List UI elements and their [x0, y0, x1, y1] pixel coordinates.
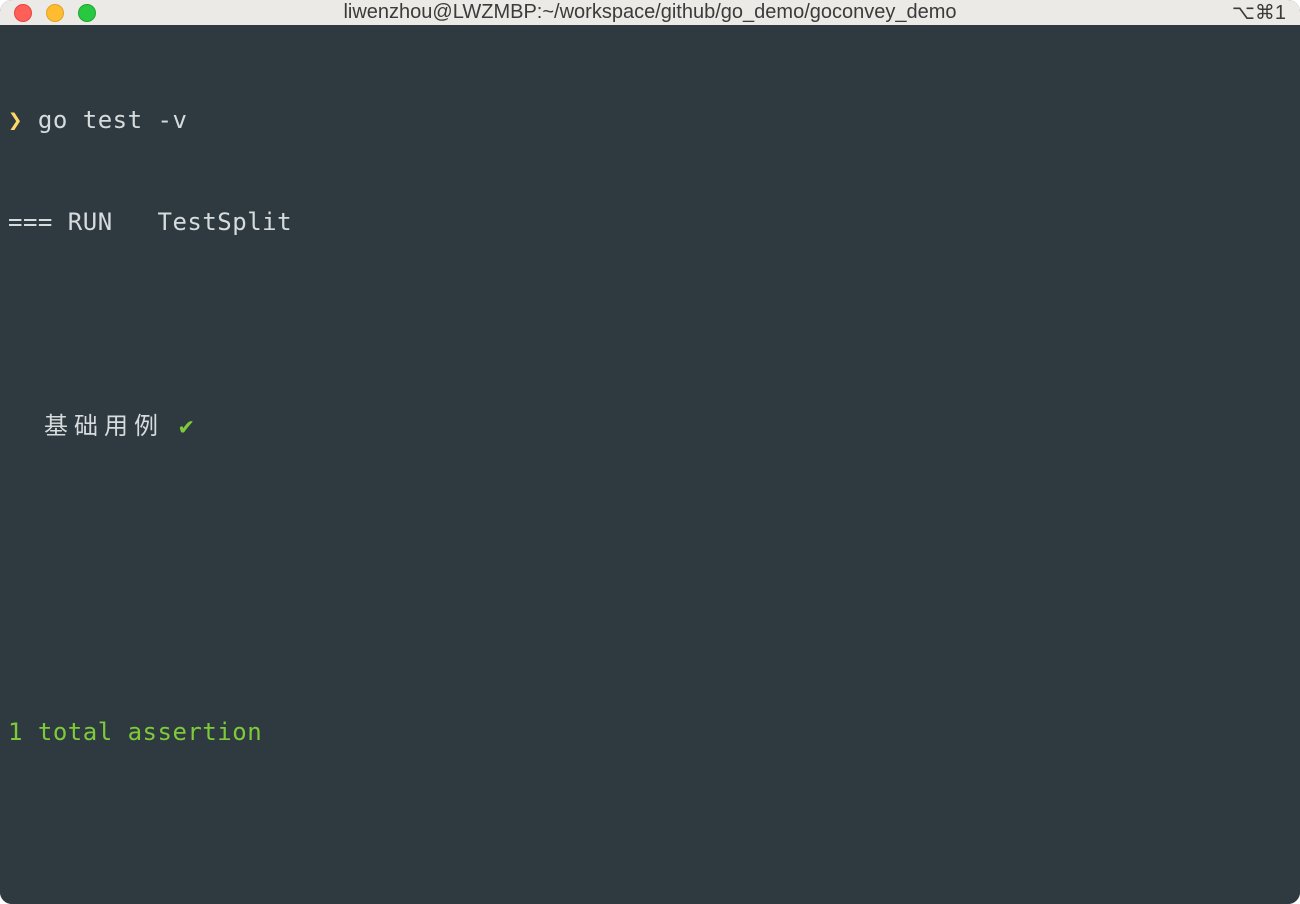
window-title: liwenzhou@LWZMBP:~/workspace/github/go_d… — [343, 1, 956, 24]
terminal-body[interactable]: ❯ go test -v === RUN TestSplit 基础用例 ✔ 1 … — [0, 25, 1300, 904]
blank-line — [8, 511, 1292, 545]
shortcut-hint: ⌥⌘1 — [1232, 0, 1286, 25]
command-text: go test -v — [38, 106, 188, 134]
command-line: ❯ go test -v — [8, 103, 1292, 137]
titlebar: liwenzhou@LWZMBP:~/workspace/github/go_d… — [0, 0, 1300, 25]
check-icon: ✔ — [179, 412, 194, 440]
prompt-icon: ❯ — [8, 106, 23, 134]
assertions-1: 1 total assertion — [8, 715, 1292, 749]
blank-line — [8, 307, 1292, 341]
case-1: 基础用例 ✔ — [8, 409, 1292, 443]
minimize-icon[interactable] — [46, 4, 64, 22]
output-run: === RUN TestSplit — [8, 205, 1292, 239]
blank-line — [8, 817, 1292, 851]
case-1-label: 基础用例 — [44, 412, 164, 440]
close-icon[interactable] — [14, 4, 32, 22]
window-controls — [14, 4, 96, 22]
terminal-window: liwenzhou@LWZMBP:~/workspace/github/go_d… — [0, 0, 1300, 904]
maximize-icon[interactable] — [78, 4, 96, 22]
blank-line — [8, 613, 1292, 647]
